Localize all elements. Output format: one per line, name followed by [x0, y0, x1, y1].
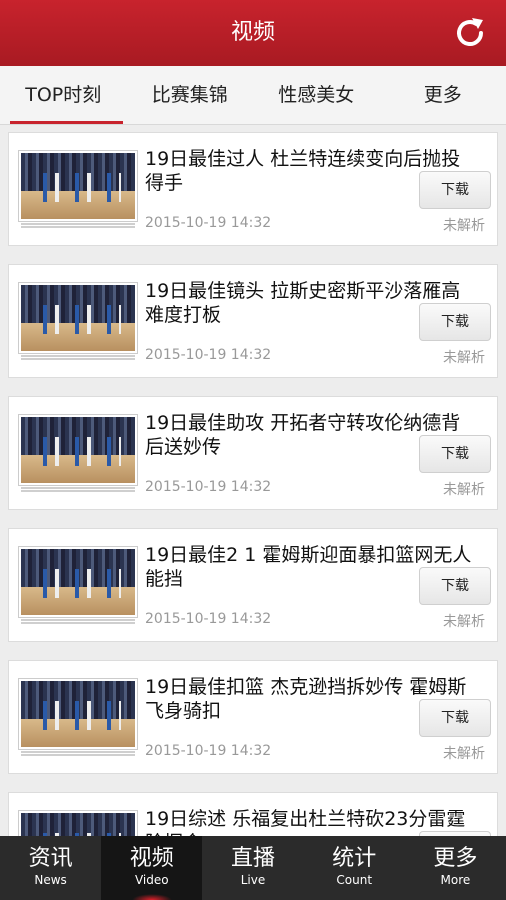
- nav-label-cn: 直播: [231, 846, 276, 871]
- nav-video[interactable]: 视频 Video: [101, 836, 203, 900]
- video-thumbnail[interactable]: [19, 547, 137, 624]
- nav-count[interactable]: 统计 Count: [304, 836, 405, 900]
- video-thumbnail[interactable]: [19, 415, 137, 492]
- nav-more[interactable]: 更多 More: [405, 836, 506, 900]
- video-date: 2015-10-19 14:32: [145, 347, 272, 363]
- nav-label-en: More: [440, 873, 471, 887]
- video-thumbnail[interactable]: [19, 811, 137, 836]
- parse-status: 未解析: [443, 482, 485, 498]
- nav-label-en: Live: [240, 873, 266, 887]
- page-title: 视频: [230, 20, 275, 45]
- refresh-icon[interactable]: [452, 15, 488, 51]
- nav-label-en: Count: [336, 873, 373, 887]
- parse-status: 未解析: [443, 614, 485, 630]
- video-card[interactable]: 19日最佳助攻 开拓者守转攻伦纳德背后送妙传 2015-10-19 14:32 …: [8, 396, 498, 510]
- nav-label-cn: 视频: [129, 846, 174, 871]
- video-thumbnail[interactable]: [19, 679, 137, 756]
- download-button[interactable]: 下载: [419, 171, 491, 209]
- video-date: 2015-10-19 14:32: [145, 479, 272, 495]
- video-date: 2015-10-19 14:32: [145, 611, 272, 627]
- tab-more[interactable]: 更多: [380, 66, 506, 124]
- tab-sexy-beauties[interactable]: 性感美女: [253, 66, 380, 124]
- nav-live[interactable]: 直播 Live: [202, 836, 303, 900]
- tab-top-moments[interactable]: TOP时刻: [0, 66, 127, 124]
- nav-label-cn: 更多: [433, 846, 478, 871]
- bottom-navigation: 资讯 News 视频 Video 直播 Live 统计 Count 更多 Mor…: [0, 836, 506, 900]
- nav-news[interactable]: 资讯 News: [0, 836, 101, 900]
- video-card[interactable]: 19日最佳镜头 拉斯史密斯平沙落雁高难度打板 2015-10-19 14:32 …: [8, 264, 498, 378]
- tab-game-highlights[interactable]: 比赛集锦: [127, 66, 254, 124]
- download-button[interactable]: 下载: [419, 567, 491, 605]
- video-card[interactable]: 19日最佳2 1 霍姆斯迎面暴扣篮网无人能挡 2015-10-19 14:32 …: [8, 528, 498, 642]
- parse-status: 未解析: [443, 218, 485, 234]
- video-card[interactable]: 19日最佳扣篮 杰克逊挡拆妙传 霍姆斯飞身骑扣 2015-10-19 14:32…: [8, 660, 498, 774]
- nav-label-cn: 资讯: [28, 846, 73, 871]
- nav-label-cn: 统计: [332, 846, 377, 871]
- parse-status: 未解析: [443, 350, 485, 366]
- video-thumbnail[interactable]: [19, 283, 137, 360]
- nav-label-en: News: [34, 873, 67, 887]
- video-card[interactable]: 19日综述 乐福复出杜兰特砍23分雷霆险掘金 下载: [8, 792, 498, 836]
- video-date: 2015-10-19 14:32: [145, 743, 272, 759]
- download-button[interactable]: 下载: [419, 435, 491, 473]
- download-button[interactable]: 下载: [419, 303, 491, 341]
- category-tabs: TOP时刻 比赛集锦 性感美女 更多: [0, 66, 506, 125]
- video-card[interactable]: 19日最佳过人 杜兰特连续变向后抛投得手 2015-10-19 14:32 未解…: [8, 132, 498, 246]
- video-list[interactable]: 19日最佳过人 杜兰特连续变向后抛投得手 2015-10-19 14:32 未解…: [0, 124, 506, 836]
- app-header: 视频: [0, 0, 506, 66]
- parse-status: 未解析: [443, 746, 485, 762]
- nav-label-en: Video: [134, 873, 169, 887]
- video-thumbnail[interactable]: [19, 151, 137, 228]
- video-date: 2015-10-19 14:32: [145, 215, 272, 231]
- download-button[interactable]: 下载: [419, 699, 491, 737]
